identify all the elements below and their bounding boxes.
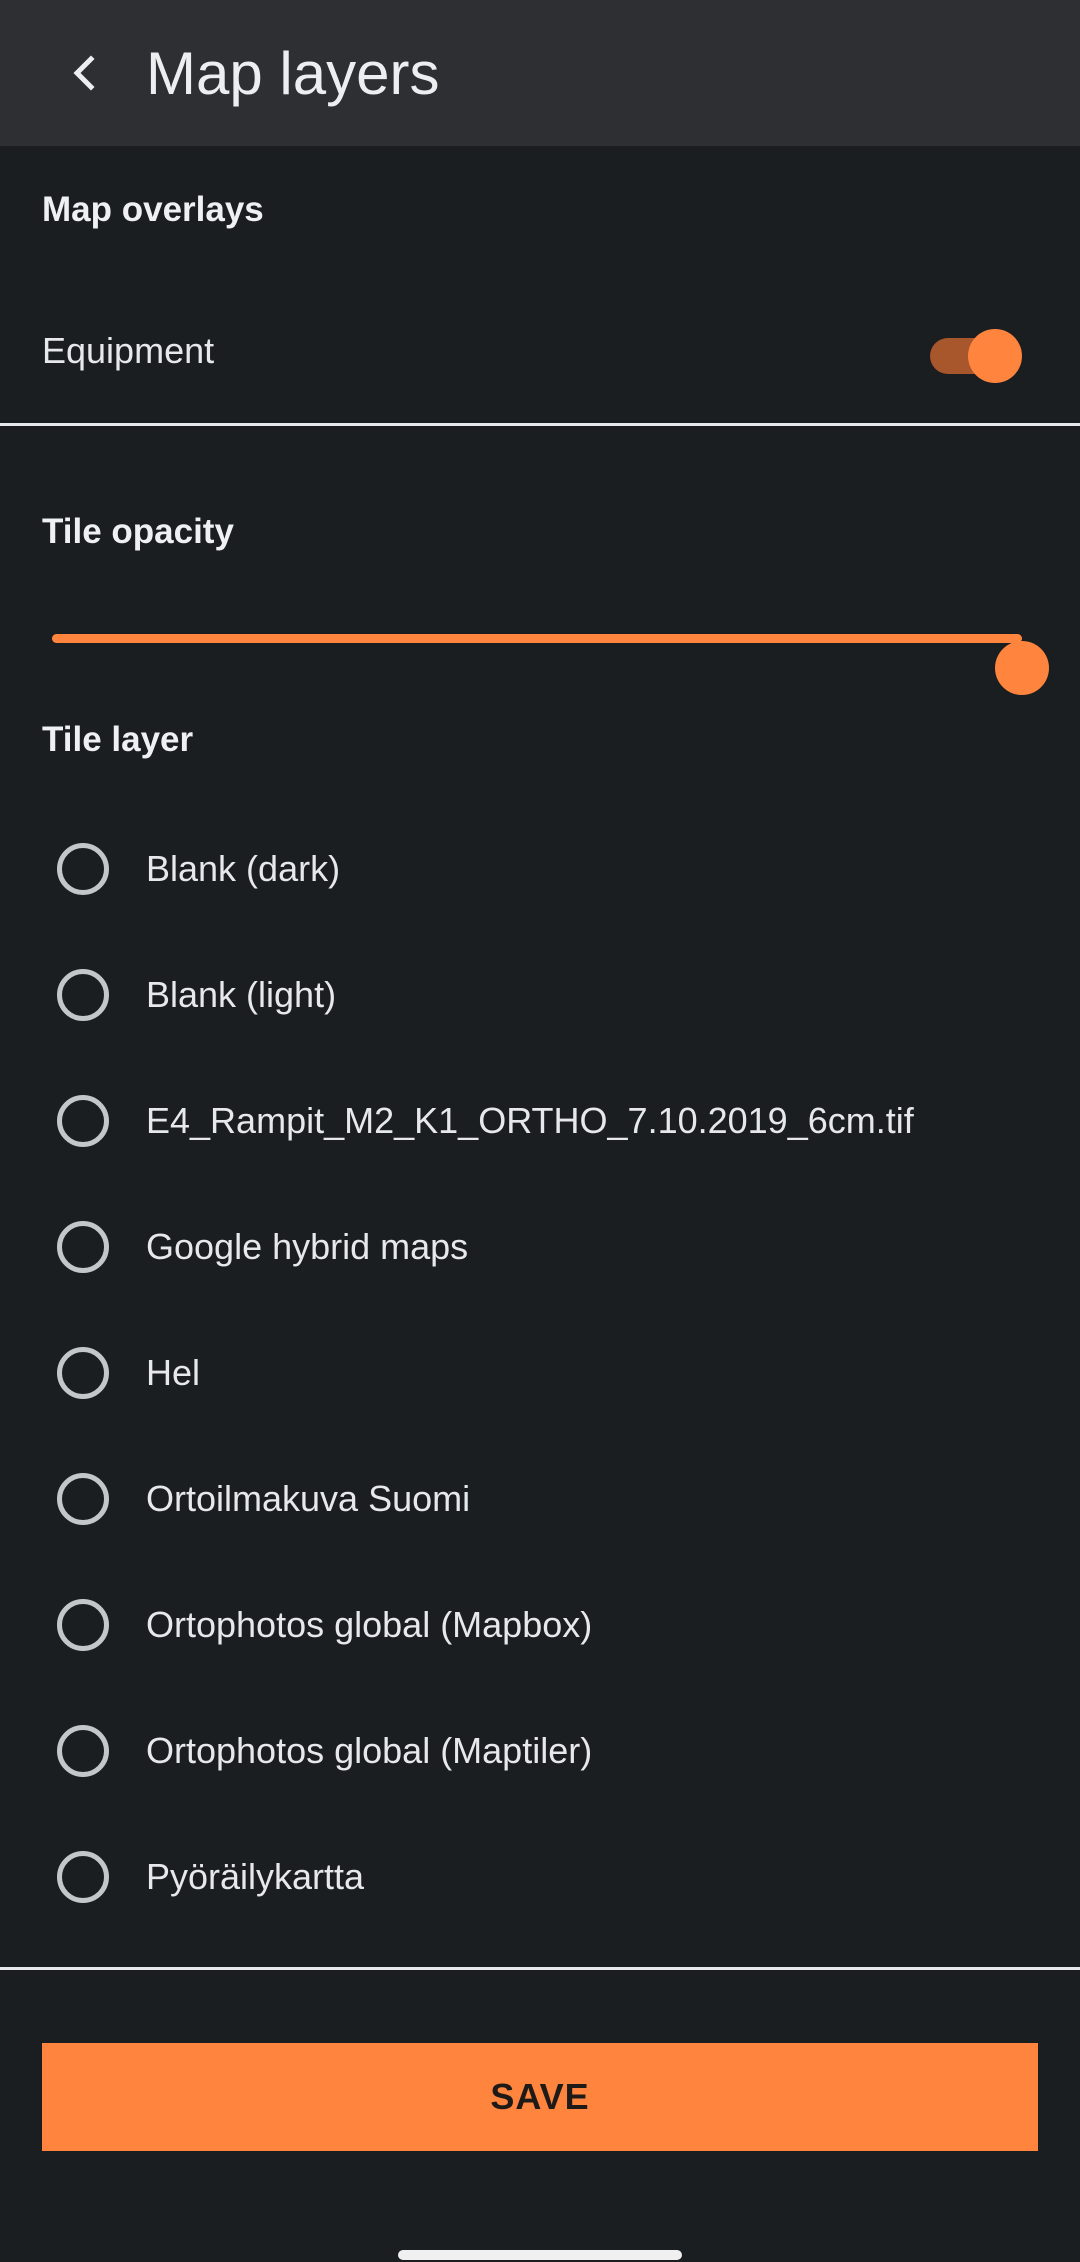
slider-thumb[interactable] xyxy=(995,641,1049,695)
radio-button[interactable] xyxy=(57,969,109,1021)
tile-layer-heading: Tile layer xyxy=(42,720,194,759)
divider xyxy=(0,423,1080,426)
chevron-left-icon xyxy=(73,55,95,91)
equipment-overlay-label: Equipment xyxy=(42,330,215,371)
tile-layer-option-label: Hel xyxy=(146,1352,201,1393)
save-button[interactable]: SAVE xyxy=(42,2043,1038,2151)
tile-layer-option-label: Ortoilmakuva Suomi xyxy=(146,1478,471,1519)
equipment-overlay-row[interactable]: Equipment xyxy=(0,300,1080,400)
tile-layer-options: Blank (dark) Blank (light) E4_Rampit_M2_… xyxy=(0,806,1080,1940)
back-button[interactable] xyxy=(40,28,130,118)
radio-button[interactable] xyxy=(57,1473,109,1525)
tile-layer-option[interactable]: E4_Rampit_M2_K1_ORTHO_7.10.2019_6cm.tif xyxy=(0,1058,1080,1184)
tile-opacity-heading: Tile opacity xyxy=(42,512,234,551)
radio-button[interactable] xyxy=(57,843,109,895)
toggle-thumb xyxy=(968,329,1022,383)
tile-layer-option-label: Blank (dark) xyxy=(146,848,341,889)
tile-layer-option[interactable]: Hel xyxy=(0,1310,1080,1436)
tile-layer-option-label: E4_Rampit_M2_K1_ORTHO_7.10.2019_6cm.tif xyxy=(146,1100,914,1141)
tile-layer-option-label: Pyöräilykartta xyxy=(146,1856,365,1897)
tile-layer-option[interactable]: Ortophotos global (Maptiler) xyxy=(0,1688,1080,1814)
tile-layer-option[interactable]: Blank (dark) xyxy=(0,806,1080,932)
tile-layer-option-label: Ortophotos global (Maptiler) xyxy=(146,1730,593,1771)
tile-layer-option-label: Blank (light) xyxy=(146,974,337,1015)
tile-layer-option[interactable]: Ortophotos global (Mapbox) xyxy=(0,1562,1080,1688)
radio-button[interactable] xyxy=(57,1599,109,1651)
tile-layer-option[interactable]: Pyöräilykartta xyxy=(0,1814,1080,1940)
divider xyxy=(0,1967,1080,1970)
tile-layer-option-label: Google hybrid maps xyxy=(146,1226,469,1267)
radio-button[interactable] xyxy=(57,1851,109,1903)
tile-layer-option[interactable]: Blank (light) xyxy=(0,932,1080,1058)
slider-fill xyxy=(52,634,1022,643)
tile-layer-option-label: Ortophotos global (Mapbox) xyxy=(146,1604,593,1645)
radio-button[interactable] xyxy=(57,1095,109,1147)
radio-button[interactable] xyxy=(57,1725,109,1777)
home-indicator[interactable] xyxy=(398,2250,682,2260)
tile-layer-option[interactable]: Google hybrid maps xyxy=(0,1184,1080,1310)
slider-track xyxy=(52,634,1049,695)
equipment-toggle[interactable] xyxy=(926,324,1022,383)
tile-layer-option[interactable]: Ortoilmakuva Suomi xyxy=(0,1436,1080,1562)
tile-opacity-slider[interactable] xyxy=(40,605,1050,695)
map-overlays-heading: Map overlays xyxy=(42,190,264,229)
radio-button[interactable] xyxy=(57,1221,109,1273)
page-title: Map layers xyxy=(146,40,440,107)
radio-button[interactable] xyxy=(57,1347,109,1399)
app-bar: Map layers xyxy=(0,0,1080,146)
